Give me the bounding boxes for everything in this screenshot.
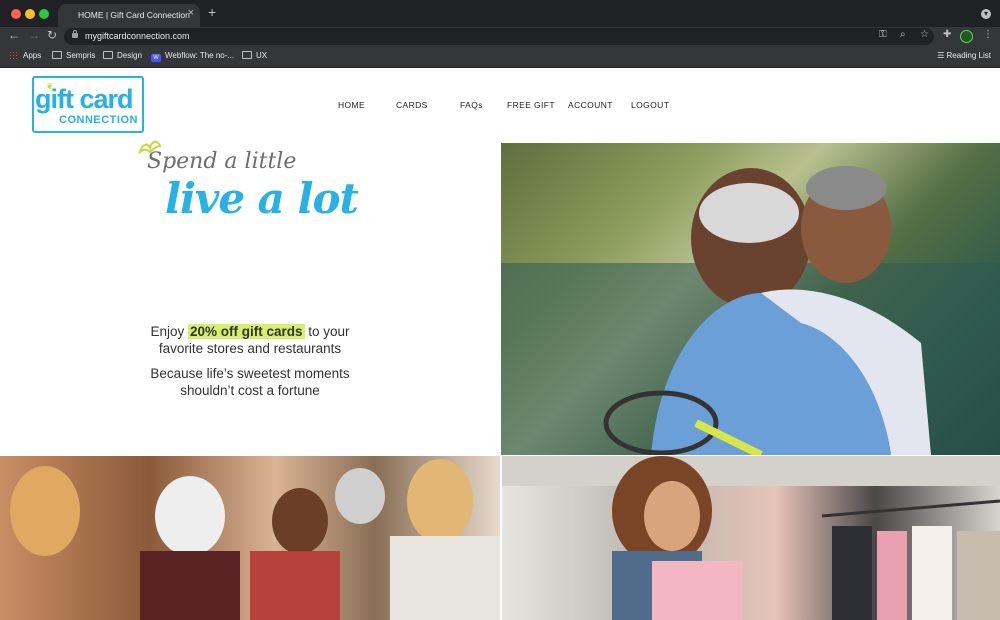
browser-tab-bar: HOME | Gift Card Connection × + ▾ [0, 0, 1000, 27]
nav-free-gift[interactable]: FREE GIFT [507, 100, 555, 110]
url-text[interactable]: mygiftcardconnection.com [85, 31, 190, 41]
tagline-prefix: Enjoy [150, 324, 188, 339]
reload-icon[interactable]: ↻ [47, 28, 57, 42]
logo-subtitle: CONNECTION [59, 114, 138, 126]
bookmark-label: Design [117, 51, 142, 60]
bookmarks-bar: Apps Sempris Design W Webflow: The no-...… [0, 46, 1000, 68]
logo-wordmark: gift card [35, 84, 134, 114]
minimize-window-button[interactable] [25, 9, 35, 19]
nav-logout[interactable]: LOGOUT [631, 100, 669, 110]
bookmark-star-icon[interactable]: ☆ [920, 29, 929, 40]
bookmark-label: Apps [23, 51, 42, 60]
bookmark-design[interactable]: Design [103, 51, 142, 60]
forward-arrow-icon[interactable]: → [28, 28, 40, 42]
bookmark-ux[interactable]: UX [242, 51, 267, 60]
shopper-illustration [502, 456, 1000, 620]
close-window-button[interactable] [11, 9, 21, 19]
nav-home[interactable]: HOME [338, 100, 365, 110]
tab-search-icon[interactable]: ▾ [981, 9, 991, 19]
hero-tagline-2: Because life’s sweetest moments [150, 366, 350, 381]
family-illustration [10, 459, 500, 620]
nav-account[interactable]: ACCOUNT [568, 100, 613, 110]
bookmark-sempris[interactable]: Sempris [52, 51, 95, 60]
site-logo[interactable]: ❦ gift card CONNECTION [32, 76, 144, 133]
family-photo [0, 456, 500, 620]
bookmark-label: UX [256, 51, 268, 60]
tab-close-icon[interactable]: × [188, 7, 194, 19]
discount-highlight: 20% off gift cards [187, 324, 305, 339]
couple-photo [501, 143, 1000, 455]
hero-tagline-1-line2: favorite stores and restaurants [158, 341, 342, 356]
webflow-icon: W [151, 54, 161, 62]
back-arrow-icon[interactable]: ← [8, 28, 20, 42]
folder-icon [242, 51, 252, 59]
browser-tab-active[interactable]: HOME | Gift Card Connection × [58, 4, 200, 27]
zoom-icon[interactable]: ⌕ [900, 29, 906, 40]
bookmark-webflow[interactable]: W Webflow: The no-... [151, 51, 234, 62]
bookmark-label: Webflow: The no-... [165, 51, 235, 60]
reading-list-button[interactable]: ☰ Reading List [937, 51, 991, 60]
hero-tagline-1: Enjoy 20% off gift cards to your [0, 324, 500, 339]
apps-grid-icon [9, 51, 19, 59]
hero-tagline-2-line2: shouldn’t cost a fortune [180, 383, 320, 398]
address-bar[interactable]: mygiftcardconnection.com ⚿ ⌕ ☆ [64, 28, 934, 45]
folder-icon [103, 51, 113, 59]
nav-faqs[interactable]: FAQs [460, 100, 483, 110]
browser-toolbar: ← → ↻ mygiftcardconnection.com ⚿ ⌕ ☆ ✚ ⋮ [0, 27, 1000, 46]
hero-script-line1: Spend a little [147, 149, 297, 174]
more-menu-icon[interactable]: ⋮ [983, 29, 993, 40]
bookmark-label: Sempris [66, 51, 96, 60]
lock-icon[interactable] [72, 30, 78, 38]
profile-avatar[interactable] [960, 30, 973, 43]
tab-title: HOME | Gift Card Connection [78, 10, 190, 20]
hero-script-line2: live a lot [165, 174, 359, 223]
bookmark-apps[interactable]: Apps [9, 51, 41, 60]
shopper-photo [502, 456, 1000, 620]
extensions-puzzle-icon[interactable]: ✚ [943, 29, 951, 40]
key-icon[interactable]: ⚿ [879, 29, 887, 40]
nav-cards[interactable]: CARDS [396, 100, 428, 110]
web-page: ❦ gift card CONNECTION HOME CARDS FAQs F… [0, 68, 1000, 620]
reading-list-label: Reading List [946, 51, 991, 60]
maximize-window-button[interactable] [39, 9, 49, 19]
tagline-suffix: to your [304, 324, 350, 339]
new-tab-button[interactable]: + [208, 4, 216, 20]
folder-icon [52, 51, 62, 59]
couple-illustration [501, 166, 1000, 455]
